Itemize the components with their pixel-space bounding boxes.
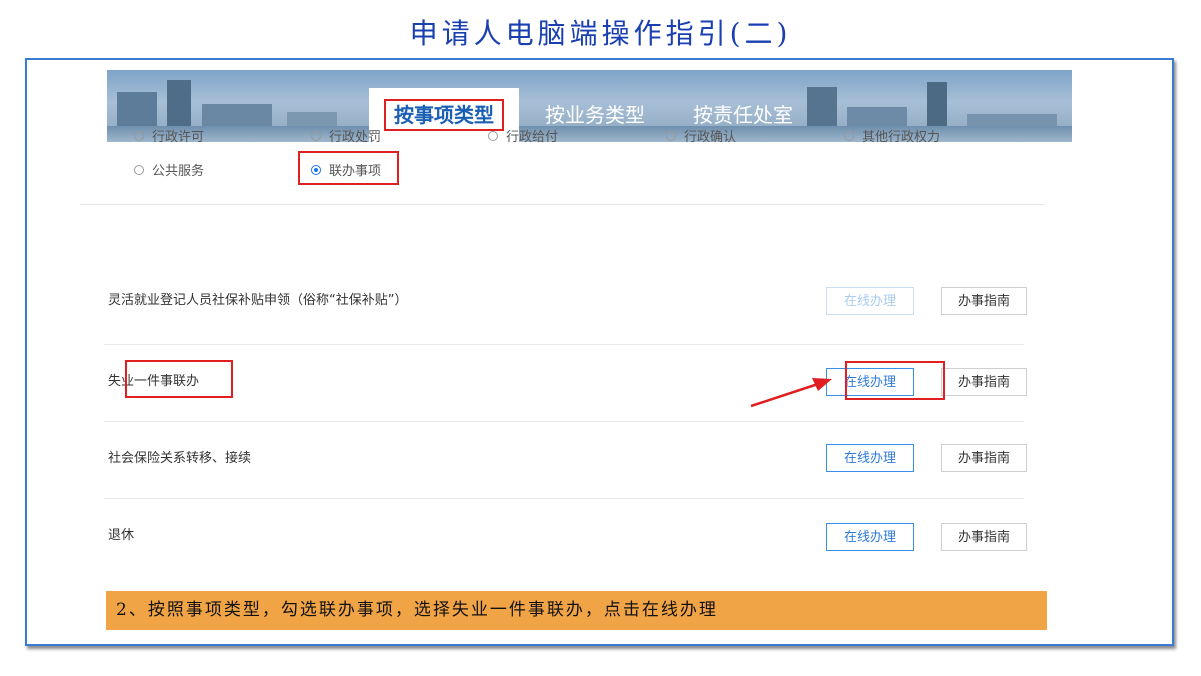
- instruction-caption: 2、按照事项类型，勾选联办事项，选择失业一件事联办，点击在线办理: [106, 591, 1047, 630]
- pointer-arrow-icon: [750, 378, 832, 408]
